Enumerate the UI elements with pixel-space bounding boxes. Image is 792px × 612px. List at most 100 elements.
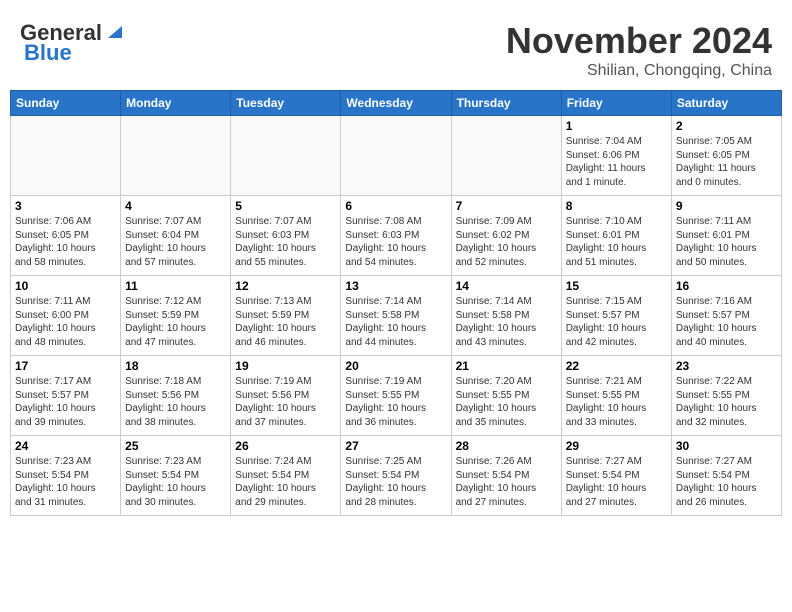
day-info: Sunrise: 7:20 AM Sunset: 5:55 PM Dayligh… [456, 375, 557, 429]
day-number: 11 [125, 279, 226, 293]
calendar-cell: 15 Sunrise: 7:15 AM Sunset: 5:57 PM Dayli… [561, 276, 671, 356]
day-number: 18 [125, 359, 226, 373]
day-info: Sunrise: 7:12 AM Sunset: 5:59 PM Dayligh… [125, 295, 226, 349]
day-number: 16 [676, 279, 777, 293]
day-number: 3 [15, 199, 116, 213]
calendar-cell: 5 Sunrise: 7:07 AM Sunset: 6:03 PM Daylig… [231, 196, 341, 276]
calendar-cell: 2 Sunrise: 7:05 AM Sunset: 6:05 PM Daylig… [671, 116, 781, 196]
day-info: Sunrise: 7:07 AM Sunset: 6:03 PM Dayligh… [235, 215, 336, 269]
day-info: Sunrise: 7:24 AM Sunset: 5:54 PM Dayligh… [235, 455, 336, 509]
day-number: 15 [566, 279, 667, 293]
day-number: 25 [125, 439, 226, 453]
calendar-cell [341, 116, 451, 196]
day-info: Sunrise: 7:11 AM Sunset: 6:00 PM Dayligh… [15, 295, 116, 349]
calendar-cell: 23 Sunrise: 7:22 AM Sunset: 5:55 PM Dayli… [671, 356, 781, 436]
day-info: Sunrise: 7:14 AM Sunset: 5:58 PM Dayligh… [345, 295, 446, 349]
logo-icon [104, 20, 126, 42]
calendar-cell: 28Sunrise: 7:26 AM Sunset: 5:54 PM Dayli… [451, 436, 561, 516]
calendar-cell: 3 Sunrise: 7:06 AM Sunset: 6:05 PM Daylig… [11, 196, 121, 276]
day-number: 21 [456, 359, 557, 373]
day-info: Sunrise: 7:10 AM Sunset: 6:01 PM Dayligh… [566, 215, 667, 269]
calendar-cell: 8 Sunrise: 7:10 AM Sunset: 6:01 PM Daylig… [561, 196, 671, 276]
calendar-week-row-4: 17 Sunrise: 7:17 AM Sunset: 5:57 PM Dayli… [11, 356, 782, 436]
day-info: Sunrise: 7:16 AM Sunset: 5:57 PM Dayligh… [676, 295, 777, 349]
weekday-header-wednesday: Wednesday [341, 91, 451, 116]
day-number: 13 [345, 279, 446, 293]
calendar-cell [451, 116, 561, 196]
day-number: 8 [566, 199, 667, 213]
calendar-cell: 19 Sunrise: 7:19 AM Sunset: 5:56 PM Dayli… [231, 356, 341, 436]
calendar-cell: 16 Sunrise: 7:16 AM Sunset: 5:57 PM Dayli… [671, 276, 781, 356]
calendar-cell: 4 Sunrise: 7:07 AM Sunset: 6:04 PM Daylig… [121, 196, 231, 276]
day-number: 12 [235, 279, 336, 293]
day-info: Sunrise: 7:25 AM Sunset: 5:54 PM Dayligh… [345, 455, 446, 509]
day-info: Sunrise: 7:07 AM Sunset: 6:04 PM Dayligh… [125, 215, 226, 269]
day-info: Sunrise: 7:04 AM Sunset: 6:06 PM Dayligh… [566, 135, 667, 189]
month-year-title: November 2024 [506, 20, 772, 62]
calendar-cell: 30 Sunrise: 7:27 AM Sunset: 5:54 PM Dayli… [671, 436, 781, 516]
calendar-cell [231, 116, 341, 196]
calendar-table: SundayMondayTuesdayWednesdayThursdayFrid… [10, 90, 782, 516]
day-info: Sunrise: 7:06 AM Sunset: 6:05 PM Dayligh… [15, 215, 116, 269]
day-info: Sunrise: 7:18 AM Sunset: 5:56 PM Dayligh… [125, 375, 226, 429]
day-info: Sunrise: 7:23 AM Sunset: 5:54 PM Dayligh… [125, 455, 226, 509]
day-number: 23 [676, 359, 777, 373]
day-number: 30 [676, 439, 777, 453]
day-number: 6 [345, 199, 446, 213]
day-info: Sunrise: 7:19 AM Sunset: 5:56 PM Dayligh… [235, 375, 336, 429]
day-number: 4 [125, 199, 226, 213]
calendar-cell: 1 Sunrise: 7:04 AM Sunset: 6:06 PM Daylig… [561, 116, 671, 196]
day-info: Sunrise: 7:13 AM Sunset: 5:59 PM Dayligh… [235, 295, 336, 349]
day-info: Sunrise: 7:27 AM Sunset: 5:54 PM Dayligh… [676, 455, 777, 509]
calendar-cell: 27Sunrise: 7:25 AM Sunset: 5:54 PM Dayli… [341, 436, 451, 516]
calendar-week-row-3: 10 Sunrise: 7:11 AM Sunset: 6:00 PM Dayli… [11, 276, 782, 356]
calendar-week-row-1: 1 Sunrise: 7:04 AM Sunset: 6:06 PM Daylig… [11, 116, 782, 196]
calendar-cell: 18 Sunrise: 7:18 AM Sunset: 5:56 PM Dayli… [121, 356, 231, 436]
calendar-cell: 24 Sunrise: 7:23 AM Sunset: 5:54 PM Dayli… [11, 436, 121, 516]
day-number: 9 [676, 199, 777, 213]
day-info: Sunrise: 7:26 AM Sunset: 5:54 PM Dayligh… [456, 455, 557, 509]
page-header: General Blue November 2024 Shilian, Chon… [10, 10, 782, 85]
day-info: Sunrise: 7:11 AM Sunset: 6:01 PM Dayligh… [676, 215, 777, 269]
weekday-header-saturday: Saturday [671, 91, 781, 116]
location-subtitle: Shilian, Chongqing, China [506, 62, 772, 80]
calendar-cell: 14Sunrise: 7:14 AM Sunset: 5:58 PM Dayli… [451, 276, 561, 356]
calendar-cell: 12 Sunrise: 7:13 AM Sunset: 5:59 PM Dayli… [231, 276, 341, 356]
logo: General Blue [20, 20, 126, 66]
day-number: 2 [676, 119, 777, 133]
weekday-header-thursday: Thursday [451, 91, 561, 116]
weekday-header-monday: Monday [121, 91, 231, 116]
day-info: Sunrise: 7:09 AM Sunset: 6:02 PM Dayligh… [456, 215, 557, 269]
weekday-header-sunday: Sunday [11, 91, 121, 116]
day-number: 19 [235, 359, 336, 373]
calendar-cell: 21 Sunrise: 7:20 AM Sunset: 5:55 PM Dayli… [451, 356, 561, 436]
calendar-cell: 7 Sunrise: 7:09 AM Sunset: 6:02 PM Daylig… [451, 196, 561, 276]
day-number: 20 [345, 359, 446, 373]
day-number: 5 [235, 199, 336, 213]
calendar-cell [11, 116, 121, 196]
day-info: Sunrise: 7:05 AM Sunset: 6:05 PM Dayligh… [676, 135, 777, 189]
day-info: Sunrise: 7:19 AM Sunset: 5:55 PM Dayligh… [345, 375, 446, 429]
day-number: 22 [566, 359, 667, 373]
day-info: Sunrise: 7:21 AM Sunset: 5:55 PM Dayligh… [566, 375, 667, 429]
logo-blue-text: Blue [24, 40, 72, 66]
calendar-cell: 22 Sunrise: 7:21 AM Sunset: 5:55 PM Dayli… [561, 356, 671, 436]
day-number: 24 [15, 439, 116, 453]
day-info: Sunrise: 7:22 AM Sunset: 5:55 PM Dayligh… [676, 375, 777, 429]
calendar-cell: 10 Sunrise: 7:11 AM Sunset: 6:00 PM Dayli… [11, 276, 121, 356]
weekday-header-friday: Friday [561, 91, 671, 116]
day-number: 29 [566, 439, 667, 453]
weekday-header-tuesday: Tuesday [231, 91, 341, 116]
day-number: 7 [456, 199, 557, 213]
day-info: Sunrise: 7:17 AM Sunset: 5:57 PM Dayligh… [15, 375, 116, 429]
calendar-week-row-5: 24 Sunrise: 7:23 AM Sunset: 5:54 PM Dayli… [11, 436, 782, 516]
day-number: 17 [15, 359, 116, 373]
day-info: Sunrise: 7:15 AM Sunset: 5:57 PM Dayligh… [566, 295, 667, 349]
calendar-cell: 17 Sunrise: 7:17 AM Sunset: 5:57 PM Dayli… [11, 356, 121, 436]
day-number: 26 [235, 439, 336, 453]
day-number: 1 [566, 119, 667, 133]
day-number: 10 [15, 279, 116, 293]
day-info: Sunrise: 7:23 AM Sunset: 5:54 PM Dayligh… [15, 455, 116, 509]
title-area: November 2024 Shilian, Chongqing, China [506, 20, 772, 80]
day-info: Sunrise: 7:14 AM Sunset: 5:58 PM Dayligh… [456, 295, 557, 349]
